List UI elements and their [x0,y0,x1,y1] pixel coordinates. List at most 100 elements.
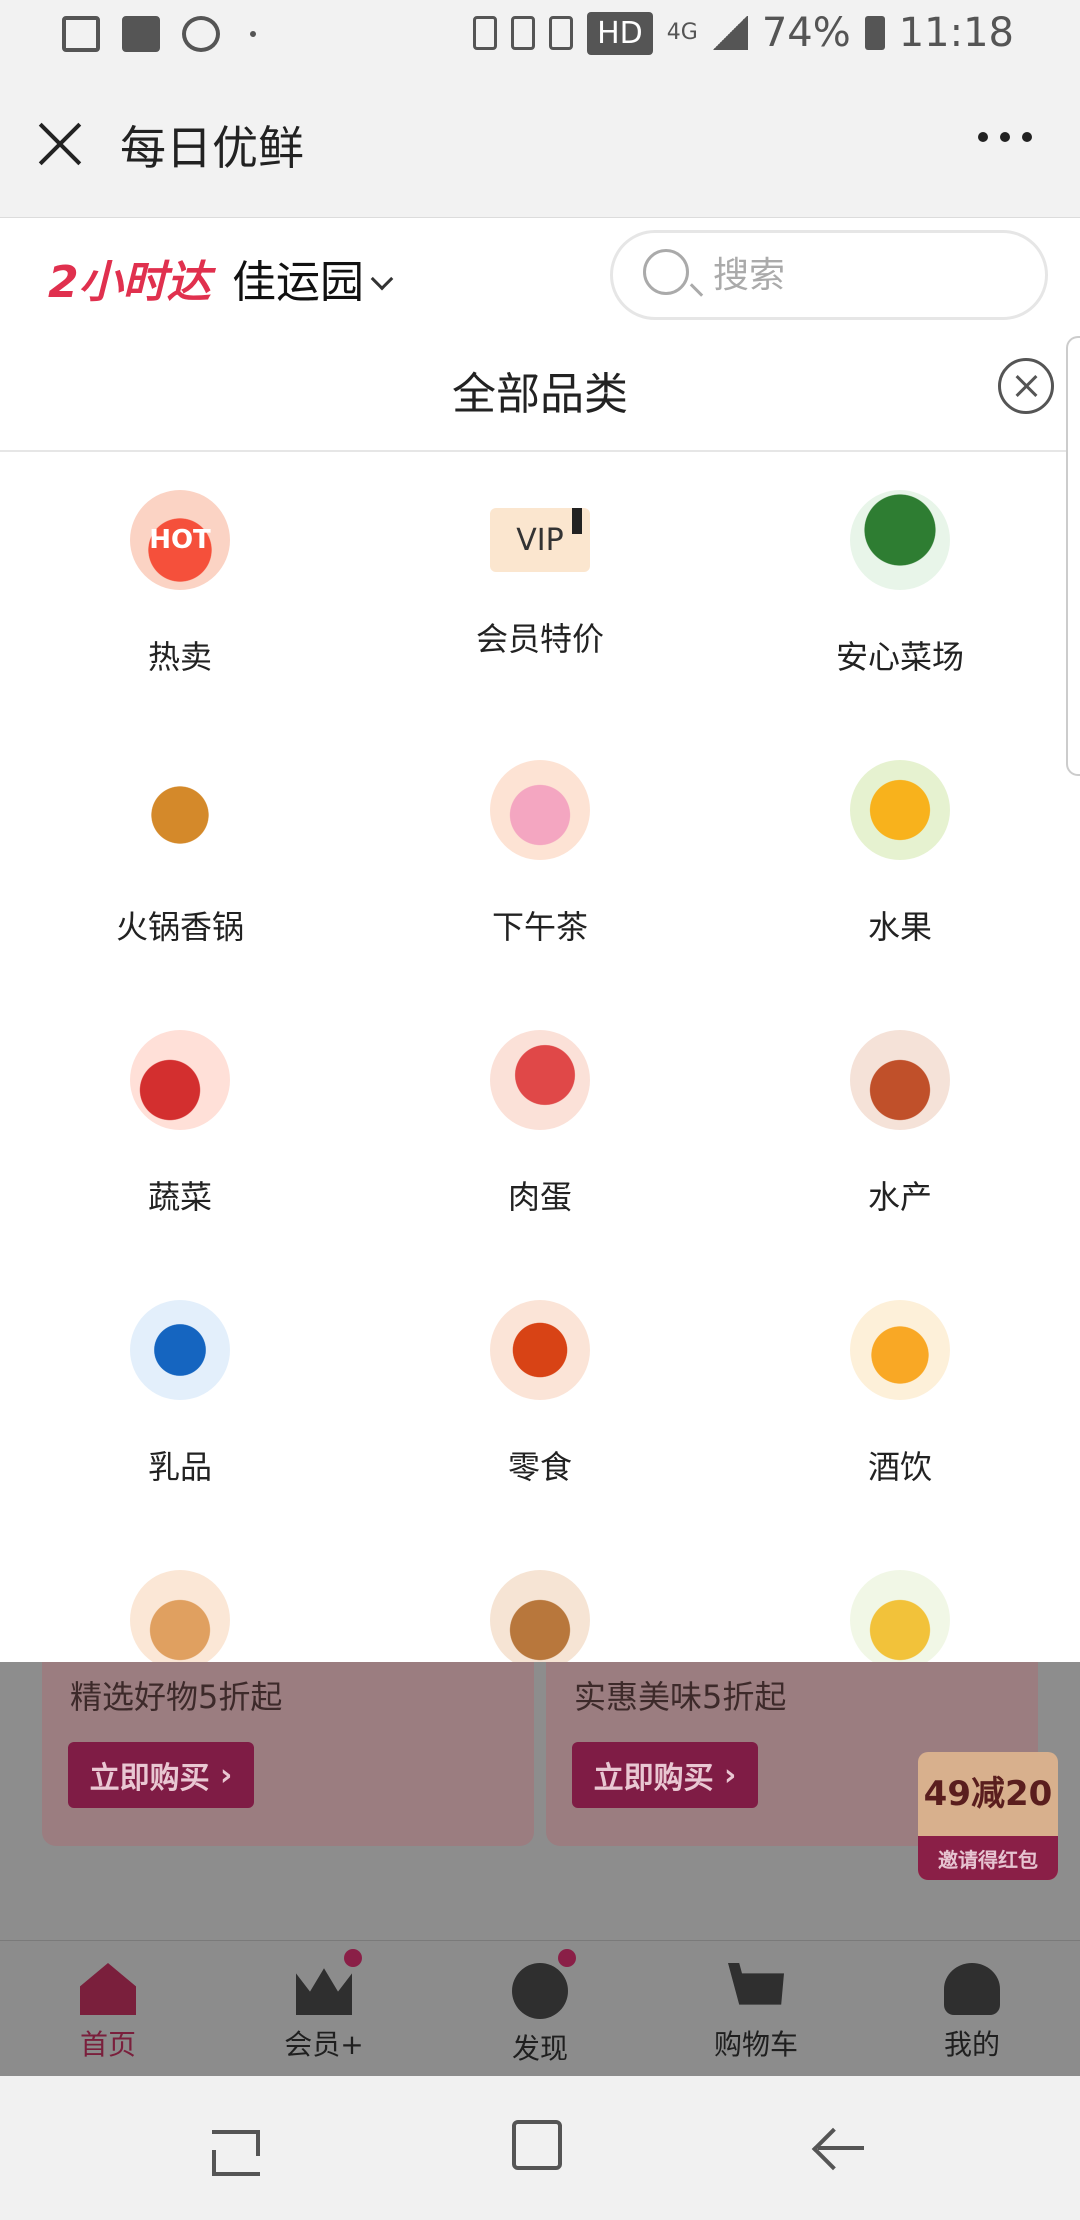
category-panel-title: 全部品类 [452,369,628,420]
tab-label: 会员+ [284,2028,364,2061]
all-categories-panel: 全部品类 HOT 热卖 VIP 会员特价 安心菜场 火锅香锅 下午茶 水果 蔬菜… [0,336,1080,1662]
category-bakery[interactable] [360,1532,720,1662]
clock: 11:18 [898,10,1014,56]
bluetooth-icon [511,16,536,50]
chevron-down-icon [370,267,394,291]
category-label: 热卖 [147,638,212,676]
tab-label: 首页 [79,2028,136,2061]
banner-subtitle: 精选好物5折起 [70,1678,283,1716]
category-label: 水产 [867,1178,932,1216]
home-icon [80,1963,136,2015]
mini-program-title-bar: 每日优鲜 [0,72,1080,218]
vip-card-icon: VIP [490,508,590,572]
signal-icon [711,16,748,50]
category-label: 下午茶 [491,908,588,946]
category-vegetables[interactable]: 蔬菜 [0,992,360,1262]
invite-coupon-badge[interactable]: 49减20 邀请得红包 [918,1752,1058,1880]
search-icon [643,249,689,295]
gallery-notification-icon [62,16,100,52]
system-status: HD 4G 74% 11:18 [473,10,1014,56]
category-seafood[interactable]: 水产 [720,992,1080,1262]
tab-member[interactable]: 会员+ [216,1941,432,2076]
search-box[interactable] [610,230,1048,320]
category-label: 酒饮 [867,1448,932,1486]
category-hot[interactable]: HOT 热卖 [0,452,360,722]
coupon-amount: 49减20 [923,1774,1053,1814]
compass-icon [512,1963,568,2019]
category-grains[interactable] [720,1532,1080,1662]
category-vegetable-market[interactable]: 安心菜场 [720,452,1080,722]
snack-bag-icon [490,1300,590,1400]
category-dairy[interactable]: 乳品 [0,1262,360,1532]
cart-icon [728,1963,784,2005]
crown-icon [296,1968,352,2015]
bread-icon [490,1570,590,1662]
category-fruit[interactable]: 水果 [720,722,1080,992]
roast-chicken-icon [130,1570,230,1662]
battery-icon [864,16,885,50]
more-options-icon[interactable] [978,132,1032,142]
category-panel-header: 全部品类 [0,336,1080,452]
category-label: 会员特价 [475,620,604,658]
category-hotpot[interactable]: 火锅香锅 [0,722,360,992]
category-roast-chicken[interactable] [0,1532,360,1662]
tab-profile[interactable]: 我的 [864,1941,1080,2076]
bok-choy-icon [850,490,950,590]
tab-cart[interactable]: 购物车 [648,1941,864,2076]
dimmed-home-page: 精选好物5折起 立即购买 › 实惠美味5折起 立即购买 › 49减20 邀请得红… [0,1662,1080,2076]
milk-icon [130,1300,230,1400]
tomato-icon [130,1030,230,1130]
banner-subtitle: 实惠美味5折起 [574,1678,787,1716]
location-search-bar: 2小时达 佳运园 [0,218,1080,336]
location-selector[interactable]: 佳运园 [232,246,394,310]
promo-banner-left[interactable]: 精选好物5折起 立即购买 › [42,1662,534,1846]
beer-icon [850,1300,950,1400]
back-arrow-icon[interactable] [812,2120,868,2176]
category-meat-egg[interactable]: 肉蛋 [360,992,720,1262]
category-label: 火锅香锅 [115,908,244,946]
hd-badge: HD [587,11,653,55]
hotpot-icon [130,760,230,860]
home-button-icon[interactable] [512,2120,562,2170]
category-afternoon-tea[interactable]: 下午茶 [360,722,720,992]
user-icon [944,1963,1000,2015]
category-drinks[interactable]: 酒饮 [720,1262,1080,1532]
category-label: 蔬菜 [147,1178,212,1216]
invite-red-packet-label: 邀请得红包 [918,1836,1058,1880]
buy-now-button[interactable]: 立即购买 › [572,1742,758,1808]
page-title: 每日优鲜 [120,121,304,175]
delivery-brand-logo: 2小时达 [48,257,211,308]
search-input[interactable] [713,247,1013,303]
category-snacks[interactable]: 零食 [360,1262,720,1532]
category-label: 乳品 [147,1448,212,1486]
network-type: 4G [666,20,698,45]
recycle-icon [473,16,498,50]
tab-label: 发现 [511,2032,568,2065]
buy-now-button[interactable]: 立即购买 › [68,1742,254,1808]
close-circle-icon[interactable] [998,358,1054,414]
crab-fish-icon [850,1030,950,1130]
system-nav-bar [0,2076,1080,2220]
bottom-tab-bar: 首页 会员+ 发现 购物车 我的 [0,1940,1080,2076]
status-bar: HD 4G 74% 11:18 [0,0,1080,72]
category-label: 零食 [507,1448,572,1486]
location-name: 佳运园 [232,257,364,308]
cake-drink-icon [490,760,590,860]
alarm-icon [549,16,574,50]
tab-home[interactable]: 首页 [0,1941,216,2076]
citrus-icon [850,760,950,860]
meat-egg-icon [490,1030,590,1130]
tab-label: 购物车 [713,2028,798,2061]
category-label: 安心菜场 [835,638,964,676]
corn-icon [850,1570,950,1662]
swirl-notification-icon [182,16,220,52]
notification-dot [558,1949,576,1967]
category-member-price[interactable]: VIP 会员特价 [360,452,720,722]
close-icon[interactable] [36,120,84,168]
recent-apps-icon[interactable] [208,2120,264,2176]
more-notifications-dot-icon [250,31,256,37]
tab-discover[interactable]: 发现 [432,1941,648,2076]
category-grid: HOT 热卖 VIP 会员特价 安心菜场 火锅香锅 下午茶 水果 蔬菜 肉蛋 水… [0,452,1080,1662]
hot-fire-icon: HOT [130,490,230,590]
tab-label: 我的 [943,2028,1000,2061]
